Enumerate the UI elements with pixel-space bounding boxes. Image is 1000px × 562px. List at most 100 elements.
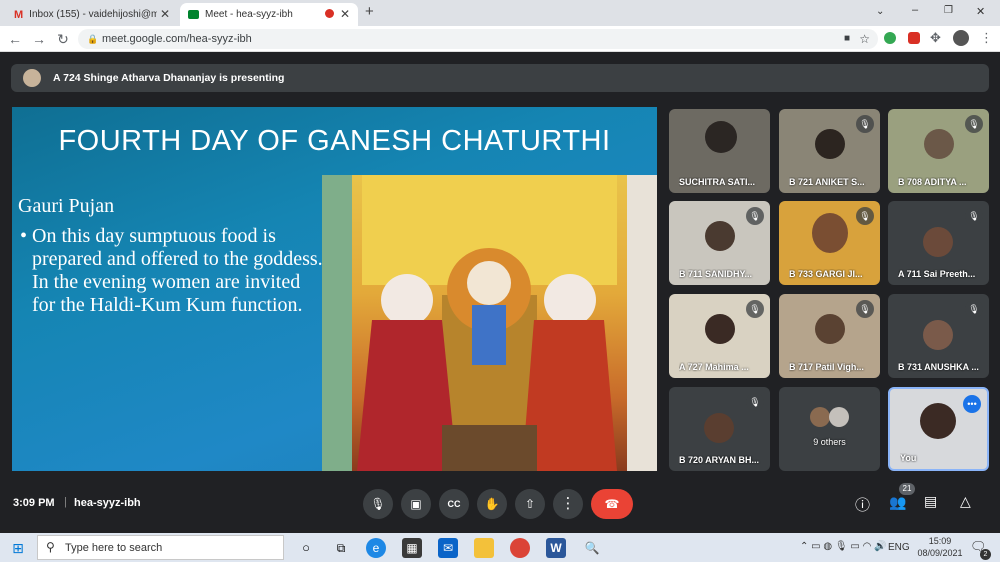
mic-muted-icon: 🎙 bbox=[856, 300, 874, 318]
extension-icon[interactable] bbox=[884, 32, 896, 44]
slide-subtitle: Gauri Pujan bbox=[18, 195, 115, 217]
tab-search-button[interactable]: ⌄ bbox=[876, 6, 884, 17]
captions-icon[interactable]: CC bbox=[439, 489, 469, 519]
people-icon[interactable]: 👥 bbox=[889, 494, 906, 511]
forward-icon[interactable]: → bbox=[30, 30, 48, 48]
tab-title: Meet - hea-syyz-ibh bbox=[205, 9, 293, 20]
info-icon[interactable]: ⓘ bbox=[855, 494, 870, 515]
participant-tile[interactable]: 🎙 B 708 ADITYA ... bbox=[888, 109, 989, 193]
participant-name: A 711 Sai Preeth... bbox=[898, 269, 976, 279]
windows-start-icon[interactable]: ⊞ bbox=[8, 538, 28, 558]
extensions-puzzle-icon[interactable]: ✥ bbox=[930, 30, 941, 46]
participant-tile[interactable]: 🎙 B 711 SANIDHY... bbox=[669, 201, 770, 285]
tab-strip: M Inbox (155) - vaidehijoshi@mes.a ✕ Mee… bbox=[0, 0, 1000, 26]
close-tab-icon[interactable]: ✕ bbox=[160, 7, 170, 21]
participant-tile[interactable]: 🎙 B 733 GARGI JI... bbox=[779, 201, 880, 285]
search-placeholder: Type here to search bbox=[65, 542, 163, 554]
activities-icon[interactable]: △ bbox=[960, 493, 971, 510]
close-tab-icon[interactable]: ✕ bbox=[340, 7, 350, 21]
tab-title: Inbox (155) - vaidehijoshi@mes.a bbox=[29, 9, 158, 20]
address-bar[interactable]: 🔒 meet.google.com/hea-syyz-ibh ■ ☆ bbox=[78, 29, 878, 49]
participant-name: B 708 ADITYA ... bbox=[898, 177, 967, 187]
bookmark-star-icon[interactable]: ☆ bbox=[859, 29, 870, 49]
meeting-time: 3:09 PM bbox=[13, 497, 55, 509]
meeting-code: hea-syyz-ibh bbox=[74, 497, 141, 509]
presenter-avatar bbox=[23, 69, 41, 87]
clock-time[interactable]: 15:09 bbox=[920, 536, 960, 546]
magnifier-icon[interactable]: 🔍 bbox=[582, 538, 602, 558]
tray-icons[interactable]: ⌃ ▭ ◍ 🎙 ▭ ◠ 🔊 bbox=[800, 541, 887, 552]
end-call-icon[interactable]: ☎ bbox=[591, 489, 633, 519]
mic-muted-icon: 🎙 bbox=[856, 115, 874, 133]
task-view-icon[interactable]: ⧉ bbox=[331, 538, 351, 558]
mic-muted-icon: 🎙 bbox=[856, 207, 874, 225]
edge-icon[interactable]: e bbox=[366, 538, 386, 558]
profile-avatar[interactable] bbox=[953, 30, 969, 46]
language-indicator[interactable]: ENG bbox=[888, 542, 910, 553]
tab-gmail[interactable]: M Inbox (155) - vaidehijoshi@mes.a ✕ bbox=[6, 3, 178, 26]
present-icon[interactable]: ⇧ bbox=[515, 489, 545, 519]
others-label: 9 others bbox=[813, 437, 846, 447]
mic-muted-icon: 🎙 bbox=[965, 115, 983, 133]
slide-body-text: • On this day sumptuous food is prepared… bbox=[20, 225, 323, 316]
file-explorer-icon[interactable] bbox=[474, 538, 494, 558]
camera-icon[interactable]: ▣ bbox=[401, 489, 431, 519]
participant-name: B 720 ARYAN BH... bbox=[679, 455, 760, 465]
participant-tile[interactable]: 🎙 A 727 Mahima ... bbox=[669, 294, 770, 378]
tab-meet[interactable]: Meet - hea-syyz-ibh ✕ bbox=[180, 3, 358, 26]
clock-date[interactable]: 08/09/2021 bbox=[912, 548, 968, 558]
reload-icon[interactable]: ↻ bbox=[54, 30, 72, 48]
mic-muted-icon: 🎙 bbox=[746, 207, 764, 225]
store-icon[interactable]: ▦ bbox=[402, 538, 422, 558]
slide-title: FOURTH DAY OF GANESH CHATURTHI bbox=[58, 125, 611, 157]
extension-icon[interactable] bbox=[908, 32, 920, 44]
presenting-banner: A 724 Shinge Atharva Dhananjay is presen… bbox=[11, 64, 989, 92]
url-text: meet.google.com/hea-syyz-ibh bbox=[102, 33, 252, 45]
presenter-text: A 724 Shinge Atharva Dhananjay is presen… bbox=[53, 72, 285, 84]
maximize-button[interactable]: ❐ bbox=[944, 5, 953, 16]
back-icon[interactable]: ← bbox=[6, 30, 24, 48]
mic-muted-icon: 🎙 bbox=[965, 300, 983, 318]
mail-icon[interactable]: ✉ bbox=[438, 538, 458, 558]
recording-icon bbox=[325, 9, 334, 18]
mic-muted-icon: 🎙 bbox=[746, 300, 764, 318]
participant-name: SUCHITRA SATI... bbox=[679, 177, 755, 187]
close-window-button[interactable]: ✕ bbox=[976, 5, 985, 18]
participant-count-badge: 21 bbox=[899, 483, 915, 495]
chrome-menu-icon[interactable]: ⋮ bbox=[980, 30, 993, 46]
participant-name: A 727 Mahima ... bbox=[679, 362, 749, 372]
presentation-slide: FOURTH DAY OF GANESH CHATURTHI Gauri Puj… bbox=[12, 107, 657, 471]
search-icon: ⚲ bbox=[46, 540, 55, 554]
self-tile[interactable]: ••• You bbox=[888, 387, 989, 471]
browser-toolbar: ← → ↻ 🔒 meet.google.com/hea-syyz-ibh ■ ☆… bbox=[0, 26, 1000, 52]
participant-tile[interactable]: 🎙 B 717 Patil Vigh... bbox=[779, 294, 880, 378]
lock-icon: 🔒 bbox=[87, 34, 99, 44]
taskbar-search-box[interactable]: ⚲ Type here to search bbox=[37, 535, 284, 560]
participant-tile[interactable]: 🎙 B 720 ARYAN BH... bbox=[669, 387, 770, 471]
idol-illustration bbox=[322, 175, 657, 471]
participant-tile[interactable]: 🎙 B 731 ANUSHKA ... bbox=[888, 294, 989, 378]
others-tile[interactable]: 9 others bbox=[779, 387, 880, 471]
new-tab-button[interactable]: + bbox=[365, 3, 374, 20]
participant-name: B 731 ANUSHKA ... bbox=[898, 362, 979, 372]
notification-count: 2 bbox=[980, 549, 991, 560]
word-icon[interactable]: W bbox=[546, 538, 566, 558]
gmail-icon: M bbox=[14, 8, 24, 21]
minimize-button[interactable]: – bbox=[912, 4, 918, 16]
cortana-icon[interactable]: ○ bbox=[296, 538, 316, 558]
participant-tile[interactable]: SUCHITRA SATI... bbox=[669, 109, 770, 193]
mic-icon[interactable]: 🎙 bbox=[363, 489, 393, 519]
participant-name: B 711 SANIDHY... bbox=[679, 269, 753, 279]
chat-icon[interactable]: ▤ bbox=[924, 493, 937, 510]
participant-tile[interactable]: 🎙 B 721 ANIKET S... bbox=[779, 109, 880, 193]
ganesh-idol-photo bbox=[322, 175, 657, 471]
camera-in-use-icon[interactable]: ■ bbox=[844, 29, 850, 49]
more-icon[interactable]: ⋮ bbox=[553, 489, 583, 519]
participant-name: B 721 ANIKET S... bbox=[789, 177, 865, 187]
windows-taskbar: ⊞ ⚲ Type here to search ○ ⧉ e ▦ ✉ W 🔍 ⌃ … bbox=[0, 533, 1000, 562]
chrome-icon[interactable] bbox=[510, 538, 530, 558]
separator: | bbox=[64, 496, 67, 508]
raise-hand-icon[interactable]: ✋ bbox=[477, 489, 507, 519]
more-options-icon[interactable]: ••• bbox=[963, 395, 981, 413]
participant-tile[interactable]: 🎙 A 711 Sai Preeth... bbox=[888, 201, 989, 285]
